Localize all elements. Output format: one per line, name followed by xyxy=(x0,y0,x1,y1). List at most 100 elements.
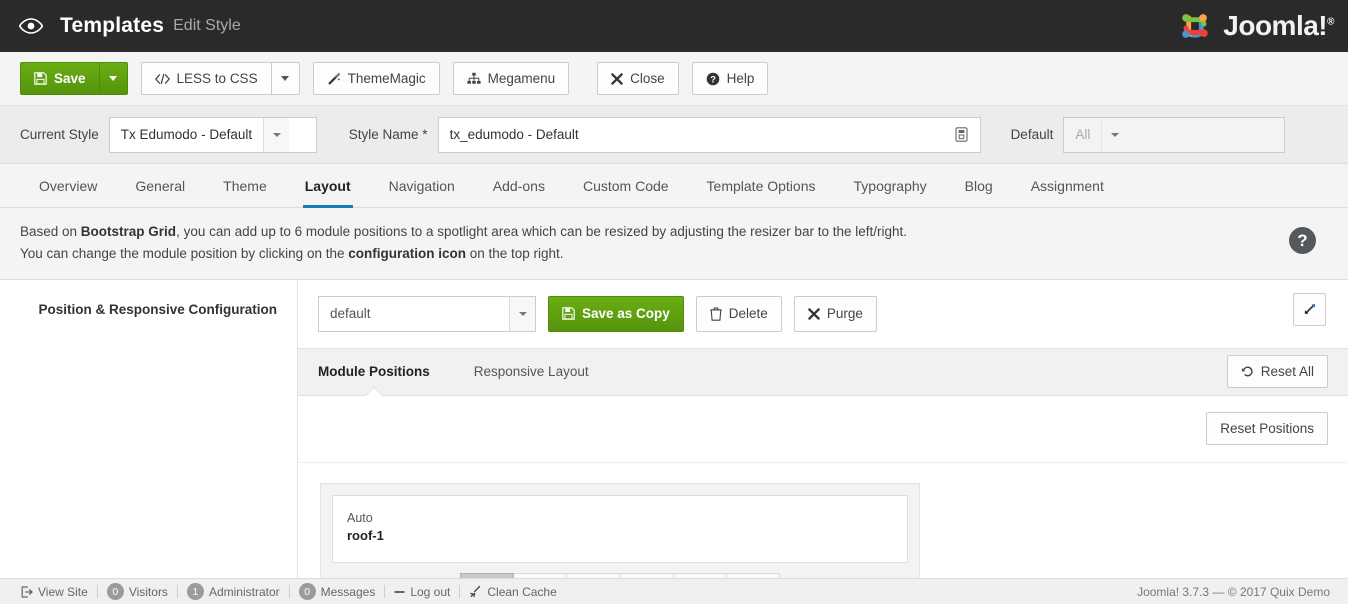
tab-label: Add-ons xyxy=(493,178,545,194)
expand-arrows-icon[interactable] xyxy=(1293,293,1326,326)
megamenu-label: Megamenu xyxy=(488,71,556,86)
chevron-down-icon xyxy=(263,118,289,152)
current-style-select[interactable]: Tx Edumodo - Default xyxy=(109,117,317,153)
minus-icon xyxy=(394,590,405,594)
visitors-count-badge: 0 xyxy=(107,583,124,600)
delete-button[interactable]: Delete xyxy=(696,296,782,332)
megamenu-button[interactable]: Megamenu xyxy=(453,62,570,95)
logout-link[interactable]: Log out xyxy=(385,585,459,599)
x-icon xyxy=(808,308,820,320)
visitors-status[interactable]: 0 Visitors xyxy=(98,583,177,600)
info-notice-text: Based on Bootstrap Grid, you can add up … xyxy=(20,221,907,265)
save-dropdown-toggle[interactable] xyxy=(100,62,128,95)
position-name-label: roof-1 xyxy=(347,527,893,546)
sitemap-icon xyxy=(467,72,481,85)
reset-positions-label: Reset Positions xyxy=(1220,421,1314,436)
magic-wand-icon xyxy=(327,72,341,86)
help-button[interactable]: ? Help xyxy=(692,62,769,95)
administrator-count-badge: 1 xyxy=(187,583,204,600)
svg-text:?: ? xyxy=(710,74,716,84)
tab-typography[interactable]: Typography xyxy=(835,164,946,207)
question-mark-icon[interactable]: ? xyxy=(1289,227,1316,254)
default-select[interactable]: All xyxy=(1063,117,1285,153)
reset-all-button[interactable]: Reset All xyxy=(1227,355,1328,388)
less-to-css-group: LESS to CSS xyxy=(141,62,300,95)
tab-label: Typography xyxy=(854,178,927,194)
tab-template-options[interactable]: Template Options xyxy=(688,164,835,207)
messages-status[interactable]: 0 Messages xyxy=(290,583,385,600)
default-label: Default xyxy=(1011,127,1054,142)
tab-label: Assignment xyxy=(1031,178,1104,194)
tab-overview[interactable]: Overview xyxy=(20,164,116,207)
tab-custom-code[interactable]: Custom Code xyxy=(564,164,688,207)
thememagic-label: ThemeMagic xyxy=(348,71,426,86)
preset-toolbar: default Save as Copy Delete xyxy=(298,280,1348,348)
chevron-down-icon xyxy=(509,297,535,331)
tab-label: General xyxy=(135,178,185,194)
style-name-label: Style Name * xyxy=(349,127,428,142)
footer-copyright: Joomla! 3.7.3 — © 2017 Quix Demo xyxy=(1137,585,1336,599)
subtab-module-positions[interactable]: Module Positions xyxy=(318,349,452,395)
external-link-icon xyxy=(21,586,33,598)
purge-button[interactable]: Purge xyxy=(794,296,877,332)
less-to-css-dropdown-toggle[interactable] xyxy=(272,62,300,95)
joomla-logo-icon xyxy=(1176,8,1214,44)
messages-label: Messages xyxy=(321,585,376,599)
floppy-disk-icon xyxy=(34,72,47,85)
config-sidebar-heading: Position & Responsive Configuration xyxy=(0,302,277,317)
style-name-value: tx_edumodo - Default xyxy=(450,127,952,142)
clean-cache-link[interactable]: Clean Cache xyxy=(460,585,565,599)
subtab-responsive-layout[interactable]: Responsive Layout xyxy=(474,349,611,395)
close-button[interactable]: Close xyxy=(597,62,679,95)
preset-select[interactable]: default xyxy=(318,296,536,332)
config-sidebar: Position & Responsive Configuration xyxy=(0,280,298,578)
tab-theme[interactable]: Theme xyxy=(204,164,286,207)
tab-blog[interactable]: Blog xyxy=(946,164,1012,207)
page-subtitle: Edit Style xyxy=(173,17,241,35)
position-group: Auto roof-1 xyxy=(320,483,920,578)
save-button[interactable]: Save xyxy=(20,62,100,95)
save-button-label: Save xyxy=(54,71,86,86)
eye-icon[interactable] xyxy=(18,13,44,39)
tab-label: Blog xyxy=(965,178,993,194)
administrator-status[interactable]: 1 Administrator xyxy=(178,583,289,600)
tab-general[interactable]: General xyxy=(116,164,204,207)
thememagic-button[interactable]: ThemeMagic xyxy=(313,62,440,95)
save-as-copy-button[interactable]: Save as Copy xyxy=(548,296,684,332)
save-as-copy-label: Save as Copy xyxy=(582,306,670,321)
view-site-link[interactable]: View Site xyxy=(12,585,97,599)
reset-positions-button[interactable]: Reset Positions xyxy=(1206,412,1328,445)
joomla-wordmark: Joomla!® xyxy=(1223,10,1334,42)
close-button-label: Close xyxy=(630,71,665,86)
current-style-label: Current Style xyxy=(20,127,99,142)
tab-add-ons[interactable]: Add-ons xyxy=(474,164,564,207)
less-to-css-button[interactable]: LESS to CSS xyxy=(141,62,272,95)
tab-assignment[interactable]: Assignment xyxy=(1012,164,1123,207)
purge-button-label: Purge xyxy=(827,306,863,321)
save-field-icon[interactable] xyxy=(952,125,972,145)
tab-layout[interactable]: Layout xyxy=(286,164,370,207)
style-bar: Current Style Tx Edumodo - Default Style… xyxy=(0,106,1348,164)
current-style-value: Tx Edumodo - Default xyxy=(110,118,263,152)
tab-navigation[interactable]: Navigation xyxy=(370,164,474,207)
messages-count-badge: 0 xyxy=(299,583,316,600)
subtab-label: Module Positions xyxy=(318,364,430,379)
position-box-roof-1[interactable]: Auto roof-1 xyxy=(332,495,908,563)
status-footer: View Site 0 Visitors 1 Administrator 0 M… xyxy=(0,578,1348,604)
settings-tabs: Overview General Theme LayoutNavigation Add-… xyxy=(0,164,1348,208)
save-button-group: Save xyxy=(20,62,128,95)
view-site-label: View Site xyxy=(38,585,88,599)
delete-button-label: Delete xyxy=(729,306,768,321)
default-value: All xyxy=(1064,118,1101,152)
reset-positions-row: Reset Positions xyxy=(298,396,1348,463)
visitors-label: Visitors xyxy=(129,585,168,599)
chevron-down-icon xyxy=(1101,118,1127,152)
app-header: Templates Edit Style Joomla!® xyxy=(0,0,1348,52)
action-toolbar: Save LESS to CSS ThemeMagic Megamenu xyxy=(0,52,1348,106)
code-icon xyxy=(155,73,170,85)
tab-label: Overview xyxy=(39,178,97,194)
administrator-label: Administrator xyxy=(209,585,280,599)
style-name-input[interactable]: tx_edumodo - Default xyxy=(438,117,981,153)
tab-label: Theme xyxy=(223,178,267,194)
floppy-disk-icon xyxy=(562,307,575,320)
